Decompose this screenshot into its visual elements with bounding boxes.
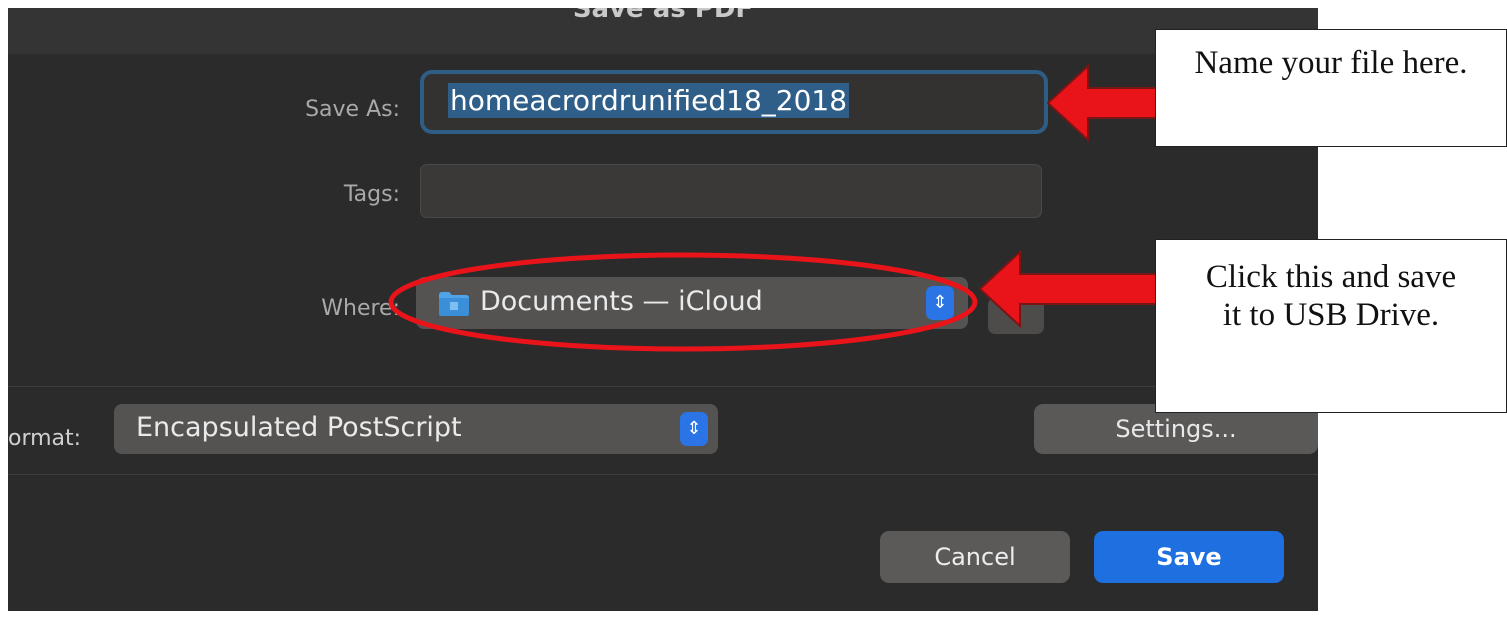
arrow-left-icon — [978, 249, 1159, 329]
highlight-ellipse — [388, 252, 978, 352]
arrow-left-icon — [1046, 63, 1159, 143]
callout-save-usb: Click this and save it to USB Drive. — [1155, 239, 1507, 413]
callout-name-file: Name your file here. — [1155, 29, 1507, 147]
